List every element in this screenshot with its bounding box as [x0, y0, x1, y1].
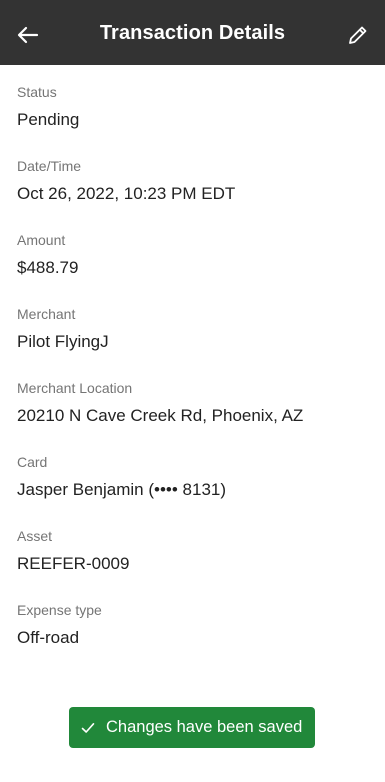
field-value: Pilot FlyingJ — [17, 332, 109, 351]
field-label: Asset — [17, 528, 53, 544]
field-value: 20210 N Cave Creek Rd, Phoenix, AZ — [17, 406, 304, 425]
field-label: Card — [17, 454, 48, 470]
field-label: Expense type — [17, 602, 102, 618]
field-merchant: Merchant Pilot FlyingJ — [17, 305, 369, 379]
field-value: Jasper Benjamin (•••• 8131) — [17, 480, 227, 499]
field-expense-type: Expense type Off-road — [17, 601, 369, 675]
field-status: Status Pending — [17, 83, 369, 157]
field-label: Merchant — [17, 306, 76, 322]
field-asset: Asset REEFER-0009 — [17, 527, 369, 601]
toast-message: Changes have been saved — [106, 718, 303, 736]
field-value: Off-road — [17, 628, 80, 647]
field-card: Card Jasper Benjamin (•••• 8131) — [17, 453, 369, 527]
checkmark-icon — [81, 722, 95, 733]
field-label: Amount — [17, 232, 66, 248]
details-list: Status Pending Date/Time Oct 26, 2022, 1… — [17, 83, 369, 675]
field-amount: Amount $488.79 — [17, 231, 369, 305]
field-value: Oct 26, 2022, 10:23 PM EDT — [17, 184, 236, 203]
field-value: REEFER-0009 — [17, 554, 130, 573]
field-label: Date/Time — [17, 158, 82, 174]
field-date-time: Date/Time Oct 26, 2022, 10:23 PM EDT — [17, 157, 369, 231]
success-toast: Changes have been saved — [69, 707, 315, 748]
app-header: Transaction Details — [0, 0, 385, 65]
transaction-details-screen: Transaction Details Status Pending Date/… — [0, 0, 385, 782]
field-value: Pending — [17, 110, 80, 129]
field-merchant-location: Merchant Location 20210 N Cave Creek Rd,… — [17, 379, 369, 453]
field-value: $488.79 — [17, 258, 79, 277]
field-label: Merchant Location — [17, 380, 133, 396]
page-title: Transaction Details — [99, 22, 286, 44]
field-label: Status — [17, 84, 57, 100]
pencil-icon[interactable] — [347, 24, 369, 46]
